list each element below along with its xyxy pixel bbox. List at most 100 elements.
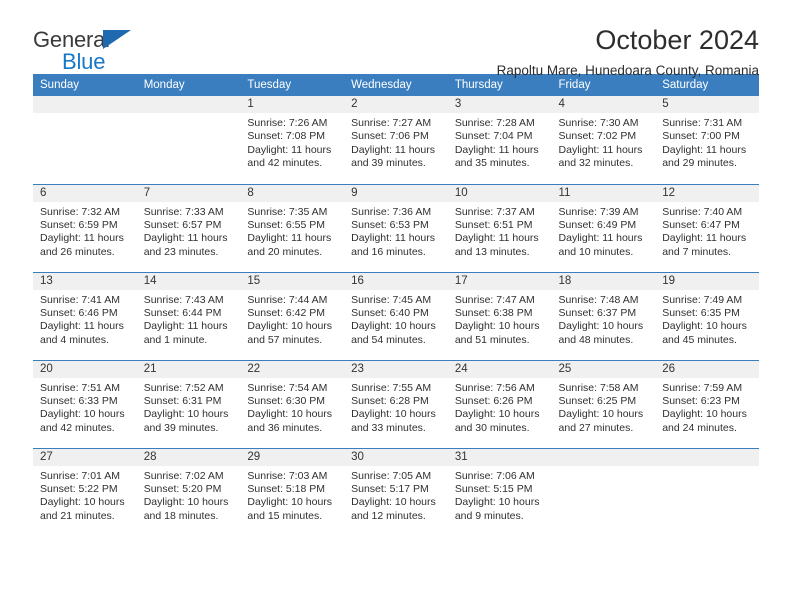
day-sun-info: Sunrise: 7:40 AM Sunset: 6:47 PM Daylight:… [655,202,759,260]
day-number: 14 [136,272,241,290]
day-sun-info: Sunrise: 7:49 AM Sunset: 6:35 PM Daylight:… [655,290,759,348]
day-cell-empty [551,447,656,536]
day-number: 31 [447,448,552,466]
weekday-header-wednesday: Wednesday [344,74,448,96]
daylight-text: Daylight: 11 hours and 39 minutes. [351,143,435,170]
day-sun-info: Sunrise: 7:47 AM Sunset: 6:38 PM Daylight:… [448,290,552,348]
day-cell[interactable]: 10 Sunrise: 7:37 AM Sunset: 6:51 PM Dayligh… [447,183,552,272]
day-cell[interactable]: 20 Sunrise: 7:51 AM Sunset: 6:33 PM Dayligh… [33,359,137,448]
day-cell[interactable]: 30 Sunrise: 7:05 AM Sunset: 5:17 PM Dayligh… [344,447,448,536]
day-number: 16 [344,272,448,290]
daylight-text: Daylight: 10 hours and 39 minutes. [143,408,229,434]
daylight-text: Daylight: 10 hours and 45 minutes. [662,320,747,346]
day-cell[interactable]: 14 Sunrise: 7:43 AM Sunset: 6:44 PM Dayligh… [136,271,241,360]
sunrise-text: Sunrise: 7:27 AM [351,117,432,129]
day-number: 9 [344,184,448,202]
sunrise-text: Sunrise: 7:02 AM [143,469,224,482]
day-number: 13 [33,272,137,290]
daylight-text: Daylight: 10 hours and 57 minutes. [247,320,333,346]
day-cell[interactable]: 28 Sunrise: 7:02 AM Sunset: 5:20 PM Dayligh… [136,447,241,536]
sunset-text: Sunset: 5:20 PM [143,482,222,495]
sunrise-text: Sunrise: 7:45 AM [351,293,432,306]
day-number: 2 [344,96,448,113]
day-cell[interactable]: 2 Sunrise: 7:27 AM Sunset: 7:06 PM Daylight… [344,96,448,184]
day-cell[interactable]: 6 Sunrise: 7:32 AM Sunset: 6:59 PM Daylight… [33,183,137,272]
day-number: 12 [655,184,759,202]
day-cell[interactable]: 7 Sunrise: 7:33 AM Sunset: 6:57 PM Daylight… [136,183,241,272]
sunrise-text: Sunrise: 7:58 AM [558,381,639,394]
day-sun-info: Sunrise: 7:33 AM Sunset: 6:57 PM Daylight:… [137,202,241,260]
day-cell[interactable]: 4 Sunrise: 7:30 AM Sunset: 7:02 PM Daylight… [551,96,656,184]
daylight-text: Daylight: 10 hours and 18 minutes. [143,496,229,522]
logo-word-general: General [33,27,110,52]
day-cell[interactable]: 18 Sunrise: 7:48 AM Sunset: 6:37 PM Dayligh… [551,271,656,360]
day-number: 8 [240,184,345,202]
daylight-text: Daylight: 11 hours and 13 minutes. [454,232,539,258]
day-cell[interactable]: 9 Sunrise: 7:36 AM Sunset: 6:53 PM Daylight… [344,183,448,272]
daylight-text: Daylight: 11 hours and 35 minutes. [454,143,539,170]
day-cell[interactable]: 3 Sunrise: 7:28 AM Sunset: 7:04 PM Daylight… [447,96,552,184]
day-cell[interactable]: 13 Sunrise: 7:41 AM Sunset: 6:46 PM Dayligh… [33,271,137,360]
day-cell[interactable]: 11 Sunrise: 7:39 AM Sunset: 6:49 PM Dayligh… [551,183,656,272]
sunset-text: Sunset: 6:47 PM [662,218,740,231]
day-cell[interactable]: 31 Sunrise: 7:06 AM Sunset: 5:15 PM Dayligh… [447,447,552,536]
daylight-text: Daylight: 11 hours and 10 minutes. [558,232,643,258]
day-sun-info: Sunrise: 7:27 AM Sunset: 7:06 PM Daylight:… [344,113,448,171]
sunset-text: Sunset: 6:28 PM [351,394,429,407]
sunrise-text: Sunrise: 7:40 AM [662,205,743,218]
day-sun-info: Sunrise: 7:43 AM Sunset: 6:44 PM Daylight:… [137,290,241,348]
sunset-text: Sunset: 7:06 PM [351,130,429,143]
page-title: October 2024 [595,25,759,55]
day-cell[interactable]: 19 Sunrise: 7:49 AM Sunset: 6:35 PM Dayligh… [655,271,759,360]
day-cell[interactable]: 21 Sunrise: 7:52 AM Sunset: 6:31 PM Dayligh… [136,359,241,448]
day-cell[interactable]: 22 Sunrise: 7:54 AM Sunset: 6:30 PM Dayligh… [240,359,345,448]
sunrise-text: Sunrise: 7:54 AM [247,381,328,394]
day-number: 6 [33,184,137,202]
sunrise-text: Sunrise: 7:05 AM [351,469,432,482]
sunset-text: Sunset: 6:53 PM [351,218,429,231]
day-sun-info: Sunrise: 7:55 AM Sunset: 6:28 PM Daylight:… [344,378,448,436]
sunrise-text: Sunrise: 7:32 AM [40,205,120,218]
daylight-text: Daylight: 10 hours and 42 minutes. [40,408,125,434]
sunset-text: Sunset: 6:25 PM [558,394,637,407]
day-cell[interactable]: 24 Sunrise: 7:56 AM Sunset: 6:26 PM Dayligh… [447,359,552,448]
sunset-text: Sunset: 6:57 PM [143,218,222,231]
day-number: 3 [447,96,552,113]
day-cell[interactable]: 29 Sunrise: 7:03 AM Sunset: 5:18 PM Dayligh… [240,447,345,536]
day-sun-info: Sunrise: 7:05 AM Sunset: 5:17 PM Daylight:… [344,466,448,524]
day-sun-info: Sunrise: 7:02 AM Sunset: 5:20 PM Daylight:… [137,466,241,524]
sunset-text: Sunset: 6:31 PM [143,394,222,407]
day-sun-info: Sunrise: 7:52 AM Sunset: 6:31 PM Daylight:… [137,378,241,436]
sunrise-text: Sunrise: 7:51 AM [40,381,120,394]
day-cell[interactable]: 12 Sunrise: 7:40 AM Sunset: 6:47 PM Dayligh… [655,183,759,272]
daylight-text: Daylight: 10 hours and 9 minutes. [454,496,540,522]
calendar-table: Sunday Monday Tuesday Wednesday Thursday… [33,74,759,536]
day-cell[interactable]: 25 Sunrise: 7:58 AM Sunset: 6:25 PM Dayligh… [551,359,656,448]
sunrise-text: Sunrise: 7:33 AM [143,205,224,218]
daylight-text: Daylight: 10 hours and 54 minutes. [351,320,436,346]
daylight-text: Daylight: 11 hours and 7 minutes. [662,232,747,258]
day-number: 28 [136,448,241,466]
day-cell[interactable]: 1 Sunrise: 7:26 AM Sunset: 7:08 PM Daylight… [240,96,345,184]
day-cell[interactable]: 26 Sunrise: 7:59 AM Sunset: 6:23 PM Dayligh… [655,359,759,448]
day-number: 10 [447,184,552,202]
calendar-week-row: 1 Sunrise: 7:26 AM Sunset: 7:08 PM Daylight… [33,96,759,184]
day-cell[interactable]: 23 Sunrise: 7:55 AM Sunset: 6:28 PM Dayligh… [344,359,448,448]
day-cell[interactable]: 8 Sunrise: 7:35 AM Sunset: 6:55 PM Daylight… [240,183,345,272]
day-sun-info: Sunrise: 7:58 AM Sunset: 6:25 PM Daylight:… [552,378,656,436]
sunset-text: Sunset: 6:37 PM [558,306,637,319]
day-sun-info: Sunrise: 7:59 AM Sunset: 6:23 PM Daylight:… [655,378,759,436]
sunset-text: Sunset: 6:33 PM [40,394,118,407]
day-cell[interactable]: 15 Sunrise: 7:44 AM Sunset: 6:42 PM Dayligh… [240,271,345,360]
day-cell[interactable]: 27 Sunrise: 7:01 AM Sunset: 5:22 PM Dayligh… [33,447,137,536]
day-cell[interactable]: 16 Sunrise: 7:45 AM Sunset: 6:40 PM Dayligh… [344,271,448,360]
day-sun-info: Sunrise: 7:37 AM Sunset: 6:51 PM Daylight:… [448,202,552,260]
sunrise-text: Sunrise: 7:39 AM [558,205,639,218]
day-cell[interactable]: 5 Sunrise: 7:31 AM Sunset: 7:00 PM Daylight… [655,96,759,184]
sunrise-text: Sunrise: 7:37 AM [454,205,535,218]
sunrise-text: Sunrise: 7:03 AM [247,469,328,482]
day-cell[interactable]: 17 Sunrise: 7:47 AM Sunset: 6:38 PM Dayligh… [447,271,552,360]
sunrise-text: Sunrise: 7:01 AM [40,469,120,482]
sunrise-text: Sunrise: 7:26 AM [247,117,328,129]
day-sun-info: Sunrise: 7:51 AM Sunset: 6:33 PM Daylight:… [33,378,137,436]
